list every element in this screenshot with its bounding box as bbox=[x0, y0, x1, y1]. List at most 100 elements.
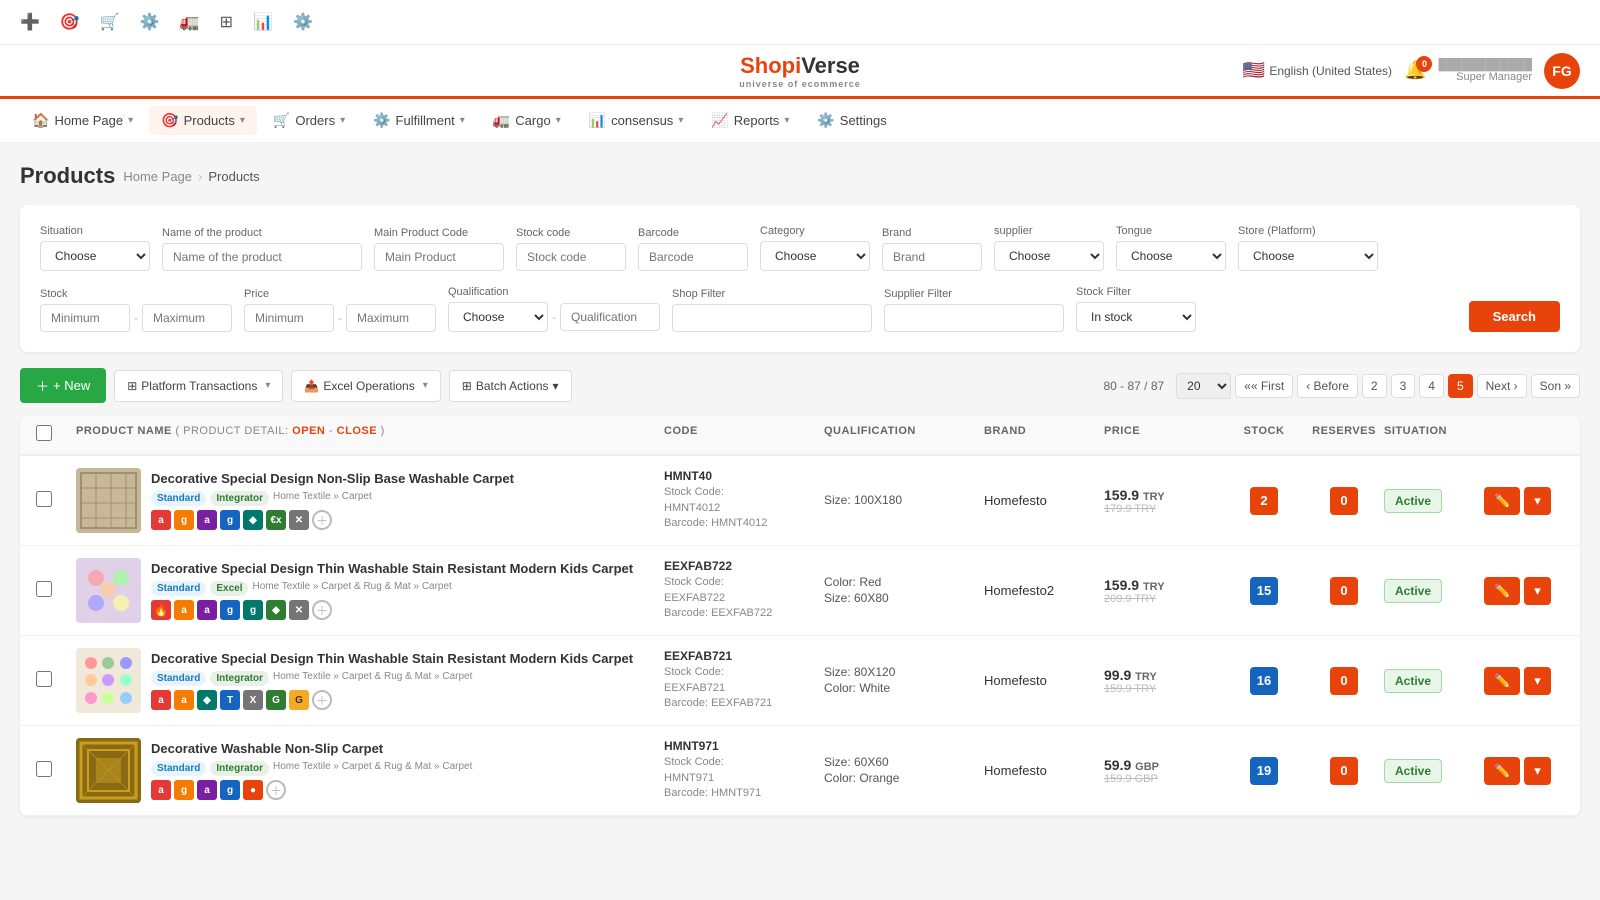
row3-brand: Homefesto bbox=[984, 673, 1104, 688]
row1-more-button[interactable]: ▾ bbox=[1524, 487, 1551, 515]
gear-icon[interactable]: ⚙️ bbox=[289, 8, 317, 36]
row3-reserves-badge: 0 bbox=[1330, 667, 1358, 695]
filter-brand: Brand bbox=[882, 227, 982, 271]
batch-icon: ⊞ bbox=[462, 379, 472, 393]
nav-consensus-label: consensus bbox=[611, 113, 673, 128]
search-button[interactable]: Search bbox=[1469, 301, 1560, 332]
row2-status-badge: Active bbox=[1384, 579, 1442, 603]
nav-cargo[interactable]: 🚛 Cargo ▾ bbox=[481, 106, 573, 135]
stock-max-input[interactable] bbox=[142, 304, 232, 332]
row3-code: EEXFAB721 Stock Code:EEXFAB721 Barcode: … bbox=[664, 649, 824, 711]
notifications-button[interactable]: 🔔 0 bbox=[1404, 60, 1426, 81]
row1-status-badge: Active bbox=[1384, 489, 1442, 513]
shop-filter-input[interactable] bbox=[672, 304, 872, 332]
row4-more-button[interactable]: ▾ bbox=[1524, 757, 1551, 785]
actions-bar: ＋ + New ⊞ Platform Transactions ▾ 📤 Exce… bbox=[20, 368, 1580, 403]
page-3-button[interactable]: 3 bbox=[1391, 374, 1416, 398]
nav-orders[interactable]: 🛒 Orders ▾ bbox=[261, 106, 357, 135]
select-all-checkbox[interactable] bbox=[36, 425, 52, 441]
avatar[interactable]: FG bbox=[1544, 53, 1580, 89]
price-min-input[interactable] bbox=[244, 304, 334, 332]
stock-min-input[interactable] bbox=[40, 304, 130, 332]
page-first-button[interactable]: «« First bbox=[1235, 374, 1293, 398]
page-5-button[interactable]: 5 bbox=[1448, 374, 1473, 398]
category-label: Category bbox=[760, 225, 870, 237]
qualification-select[interactable]: Choose bbox=[448, 302, 548, 332]
truck-icon[interactable]: 🚛 bbox=[176, 8, 204, 36]
grid-icon[interactable]: ⊞ bbox=[216, 8, 237, 36]
chevron-down-icon: ▾ bbox=[423, 380, 428, 391]
price-range-label: Price bbox=[244, 288, 436, 300]
picon-add[interactable]: ＋ bbox=[312, 510, 332, 530]
page-2-button[interactable]: 2 bbox=[1362, 374, 1387, 398]
page-before-button[interactable]: ‹ Before bbox=[1297, 374, 1358, 398]
nav-home[interactable]: 🏠 Home Page ▾ bbox=[20, 106, 145, 135]
nav-products[interactable]: 🎯 Products ▾ bbox=[149, 106, 257, 135]
main-product-code-input[interactable] bbox=[374, 243, 504, 271]
brand-input[interactable] bbox=[882, 243, 982, 271]
picon-g8: g bbox=[220, 780, 240, 800]
price-max-input[interactable] bbox=[346, 304, 436, 332]
row4-select[interactable] bbox=[36, 761, 52, 777]
target-icon[interactable]: 🎯 bbox=[56, 8, 84, 36]
row4-edit-button[interactable]: ✏️ bbox=[1484, 757, 1520, 785]
picon-add2[interactable]: ＋ bbox=[312, 600, 332, 620]
row1-select[interactable] bbox=[36, 491, 52, 507]
product-name-input[interactable] bbox=[162, 243, 362, 271]
settings-icon[interactable]: ⚙️ bbox=[136, 8, 164, 36]
row2-code-barcode: Barcode: EEXFAB722 bbox=[664, 606, 824, 621]
picon-add3[interactable]: ＋ bbox=[312, 690, 332, 710]
breadcrumb-home[interactable]: Home Page bbox=[123, 169, 192, 184]
nav-settings[interactable]: ⚙️ Settings bbox=[805, 106, 898, 135]
page-last-button[interactable]: Son » bbox=[1531, 374, 1580, 398]
store-select[interactable]: Choose bbox=[1238, 241, 1378, 271]
excel-operations-button[interactable]: 📤 Excel Operations ▾ bbox=[291, 370, 440, 402]
row1-price-old: 179.9 TRY bbox=[1104, 503, 1224, 515]
row2-more-button[interactable]: ▾ bbox=[1524, 577, 1551, 605]
nav-reports[interactable]: 📈 Reports ▾ bbox=[699, 106, 801, 135]
page-4-button[interactable]: 4 bbox=[1419, 374, 1444, 398]
row1-reserves: 0 bbox=[1304, 487, 1384, 515]
row2-reserves-badge: 0 bbox=[1330, 577, 1358, 605]
platform-transactions-button[interactable]: ⊞ Platform Transactions ▾ bbox=[114, 370, 283, 402]
nav-orders-label: Orders bbox=[295, 113, 335, 128]
chart-icon[interactable]: 📊 bbox=[249, 8, 277, 36]
page-next-button[interactable]: Next › bbox=[1477, 374, 1527, 398]
barcode-input[interactable] bbox=[638, 243, 748, 271]
stock-code-input[interactable] bbox=[516, 243, 626, 271]
new-button[interactable]: ＋ + New bbox=[20, 368, 106, 403]
products-icon: 🎯 bbox=[161, 112, 178, 129]
open-link[interactable]: Open bbox=[292, 425, 325, 437]
row2-select[interactable] bbox=[36, 581, 52, 597]
close-link[interactable]: Close bbox=[337, 425, 377, 437]
row2-edit-button[interactable]: ✏️ bbox=[1484, 577, 1520, 605]
supplier-filter-input[interactable] bbox=[884, 304, 1064, 332]
chevron-down-icon: ▾ bbox=[460, 115, 465, 126]
tongue-select[interactable]: Choose bbox=[1116, 241, 1226, 271]
add-icon[interactable]: ➕ bbox=[16, 8, 44, 36]
language-selector[interactable]: 🇺🇸 English (United States) bbox=[1243, 60, 1392, 81]
chevron-down-icon: ▾ bbox=[556, 115, 561, 126]
filter-row-2: Stock - Price - Qualification bbox=[40, 283, 1560, 332]
row3-edit-button[interactable]: ✏️ bbox=[1484, 667, 1520, 695]
nav-consensus[interactable]: 📊 consensus ▾ bbox=[577, 106, 696, 135]
supplier-select[interactable]: Choose bbox=[994, 241, 1104, 271]
row4-actions: ✏️ ▾ bbox=[1484, 757, 1564, 785]
row3-select[interactable] bbox=[36, 671, 52, 687]
nav-fulfillment[interactable]: ⚙️ Fulfillment ▾ bbox=[361, 106, 477, 135]
picon-a6: a bbox=[174, 690, 194, 710]
cart-icon[interactable]: 🛒 bbox=[96, 8, 124, 36]
category-select[interactable]: Choose bbox=[760, 241, 870, 271]
row3-more-button[interactable]: ▾ bbox=[1524, 667, 1551, 695]
situation-select[interactable]: Choose bbox=[40, 241, 150, 271]
row3-price: 99.9 TRY 159.9 TRY bbox=[1104, 667, 1224, 695]
qualification-input[interactable] bbox=[560, 303, 660, 331]
row1-edit-button[interactable]: ✏️ bbox=[1484, 487, 1520, 515]
picon-add4[interactable]: ＋ bbox=[266, 780, 286, 800]
brand-label: Brand bbox=[882, 227, 982, 239]
stock-filter-select[interactable]: In stock Out of stock All bbox=[1076, 302, 1196, 332]
batch-actions-button[interactable]: ⊞ Batch Actions ▾ bbox=[449, 370, 572, 402]
main-nav: 🏠 Home Page ▾ 🎯 Products ▾ 🛒 Orders ▾ ⚙️… bbox=[0, 99, 1600, 143]
page-size-select[interactable]: 20 50 100 bbox=[1176, 373, 1231, 399]
row4-price: 59.9 GBP 159.9 GBP bbox=[1104, 757, 1224, 785]
